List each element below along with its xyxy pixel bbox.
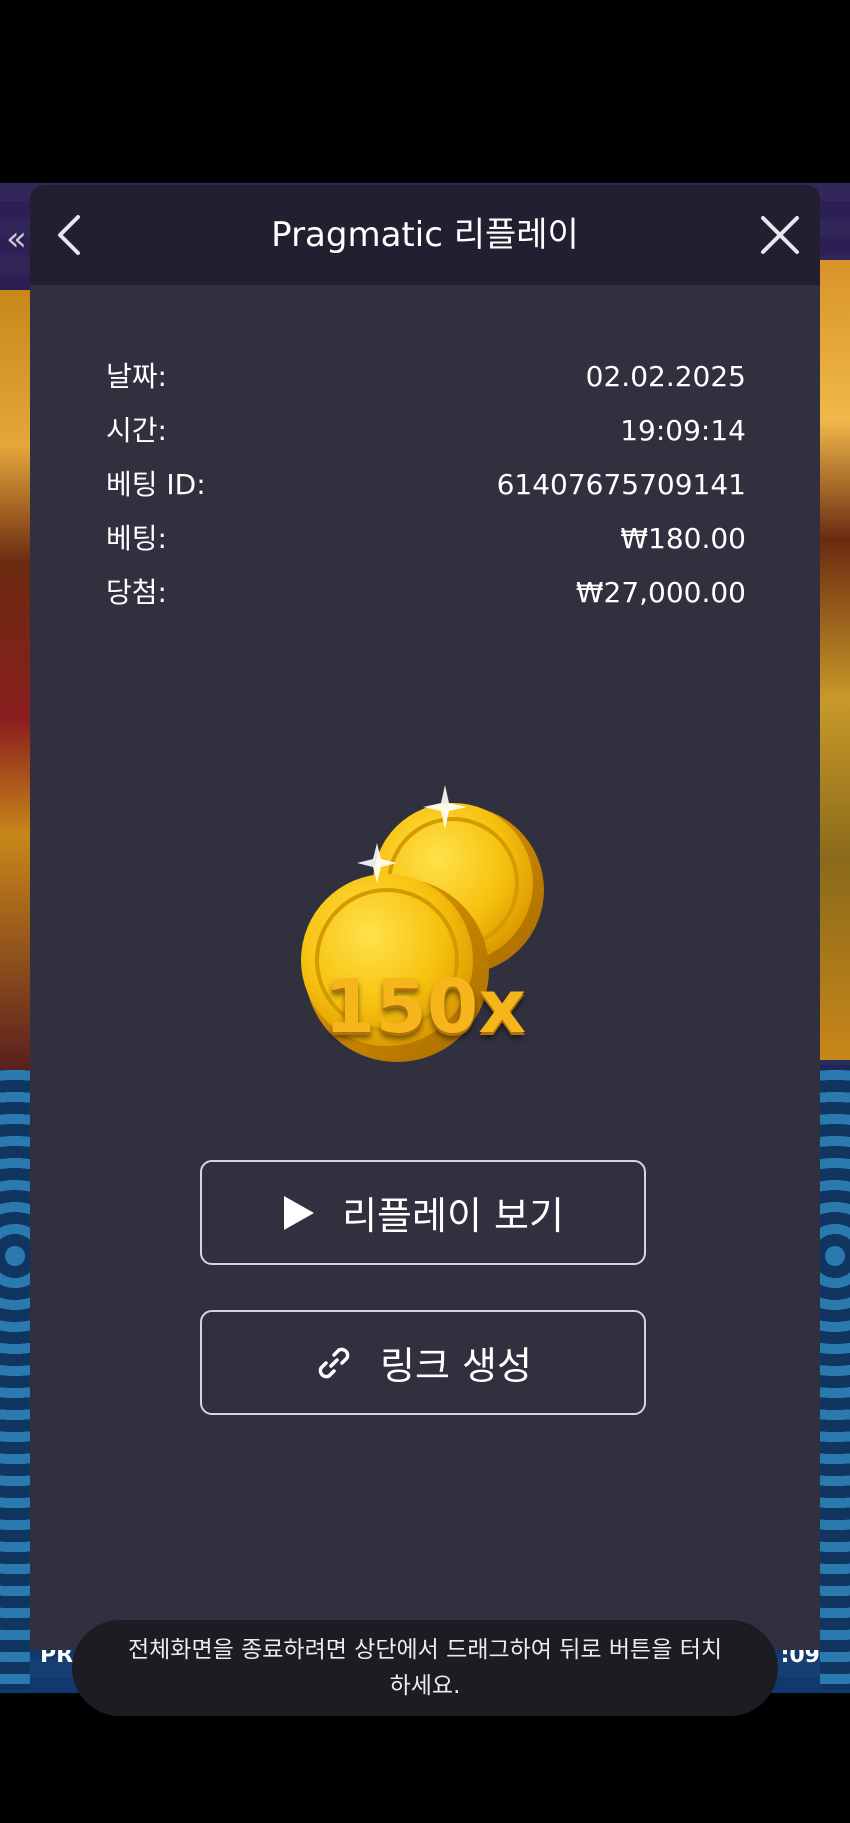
game-wave-right [820, 1070, 850, 1690]
gold-coins-icon [301, 785, 544, 1062]
detail-value: 19:09:14 [620, 414, 746, 447]
create-link-label: 링크 생성 [380, 1344, 532, 1388]
play-icon [284, 1195, 315, 1230]
close-button[interactable] [754, 209, 806, 261]
game-reel-right [820, 260, 850, 1060]
bet-details: 날짜: 02.02.2025 시간: 19:09:14 베팅 ID: 61407… [106, 350, 746, 620]
fullscreen-toast: 전체화면을 종료하려면 상단에서 드래그하여 뒤로 버튼을 터치하세요. [72, 1620, 778, 1716]
watch-replay-button[interactable]: 리플레이 보기 [200, 1160, 646, 1265]
detail-row-date: 날짜: 02.02.2025 [106, 350, 746, 404]
detail-row-win: 당첨: ₩27,000.00 [106, 566, 746, 620]
detail-value: ₩27,000.00 [575, 576, 746, 609]
win-multiplier: 150x [323, 964, 527, 1050]
detail-value: 02.02.2025 [585, 360, 746, 393]
detail-label: 날짜: [106, 360, 167, 393]
link-icon [318, 1347, 350, 1378]
detail-label: 시간: [106, 414, 167, 447]
detail-label: 베팅: [106, 522, 167, 555]
dialog-title: Pragmatic 리플레이 [271, 215, 579, 255]
double-chevron-left-icon[interactable]: « [6, 222, 27, 256]
game-reel-left [0, 290, 30, 1070]
replay-dialog: Pragmatic 리플레이 날짜: 02.02.2025 시간: 19:09:… [30, 185, 820, 1650]
detail-row-bet: 베팅: ₩180.00 [106, 512, 746, 566]
close-icon [761, 216, 799, 254]
toast-message: 전체화면을 종료하려면 상단에서 드래그하여 뒤로 버튼을 터치하세요. [127, 1637, 723, 1699]
detail-value: ₩180.00 [620, 522, 746, 555]
game-wave-left [0, 1070, 30, 1690]
watch-replay-label: 리플레이 보기 [342, 1194, 564, 1238]
detail-value: 61407675709141 [496, 468, 746, 501]
detail-label: 당첨: [106, 576, 167, 609]
back-button[interactable] [46, 209, 90, 261]
detail-row-bet-id: 베팅 ID: 61407675709141 [106, 458, 746, 512]
chevron-left-icon [58, 215, 80, 255]
detail-label: 베팅 ID: [106, 468, 206, 501]
detail-row-time: 시간: 19:09:14 [106, 404, 746, 458]
create-link-button[interactable]: 링크 생성 [200, 1310, 646, 1415]
dialog-header: Pragmatic 리플레이 [30, 185, 820, 285]
